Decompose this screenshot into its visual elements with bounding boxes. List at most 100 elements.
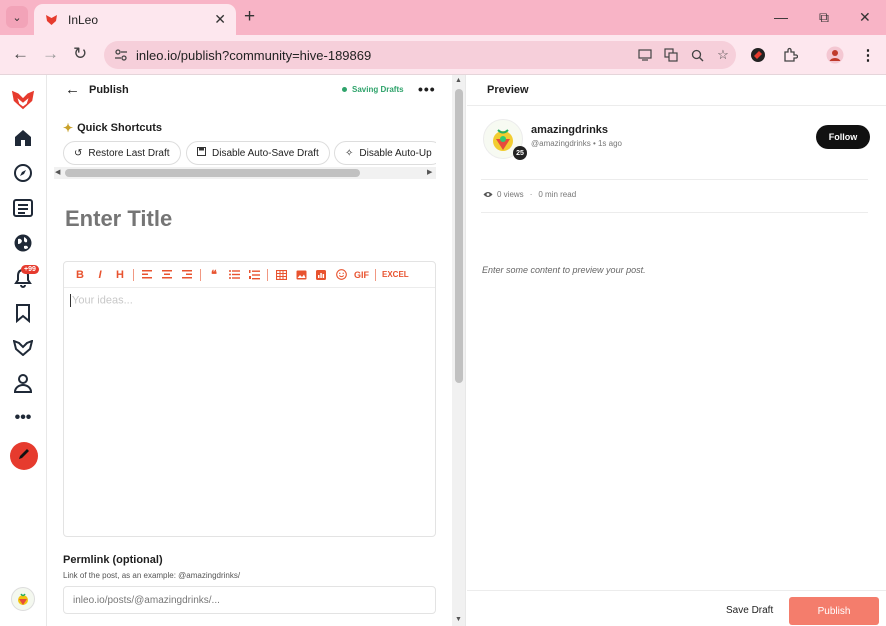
scroll-left-icon[interactable]: ◀ (55, 168, 60, 176)
save-icon (197, 147, 206, 159)
post-time: 1s ago (597, 139, 622, 148)
shortcuts-horizontal-scrollbar[interactable]: ◀ ▶ (54, 167, 436, 179)
extension-icon[interactable] (748, 45, 768, 65)
body-textarea[interactable]: Your ideas... (70, 294, 133, 307)
browser-menu-icon[interactable]: ⋮ (858, 45, 878, 65)
globe-icon[interactable] (11, 231, 35, 255)
scroll-down-icon[interactable]: ▼ (455, 616, 462, 623)
align-right-icon[interactable] (177, 265, 197, 285)
site-settings-icon[interactable] (112, 46, 130, 64)
restore-icon: ↺ (74, 147, 83, 159)
eye-icon (483, 191, 493, 198)
forward-icon[interactable]: → (42, 44, 59, 64)
magic-wand-icon: ✧ (345, 147, 354, 159)
bookmarks-icon[interactable] (11, 301, 35, 325)
publish-footer: Save Draft Publish (467, 590, 886, 626)
permlink-help: Link of the post, as an example: @amazin… (63, 571, 241, 580)
numbered-list-icon[interactable] (244, 265, 264, 285)
scroll-thumb[interactable] (455, 89, 463, 383)
toolbar-divider (375, 268, 376, 281)
compose-button[interactable] (10, 442, 38, 470)
bold-icon[interactable]: B (70, 265, 90, 285)
permlink-label: Permlink (optional) (63, 554, 163, 566)
install-app-icon[interactable] (632, 45, 658, 65)
page-title: Publish (89, 84, 129, 96)
meta-dot: · (529, 190, 533, 199)
shortcut-chips: ↺ Restore Last Draft Disable Auto-Save D… (63, 141, 436, 167)
author-meta: @amazingdrinks • 1s ago (531, 139, 622, 148)
toolbar-divider (200, 268, 201, 281)
back-icon[interactable]: ← (12, 44, 29, 64)
permlink-input[interactable]: inleo.io/posts/@amazingdrinks/... (63, 586, 436, 614)
scroll-thumb[interactable] (65, 169, 360, 177)
close-tab-icon[interactable]: ✕ (214, 11, 226, 28)
editor-scrollbar[interactable]: ▲ ▼ (452, 75, 466, 626)
title-input[interactable] (65, 206, 435, 232)
notification-badge: +99 (21, 265, 39, 274)
toolbar-divider (267, 268, 268, 281)
disable-auto-update-button[interactable]: ✧ Disable Auto-Up (334, 141, 436, 165)
leo-premium-icon[interactable] (11, 336, 35, 360)
divider (481, 212, 868, 213)
reload-icon[interactable]: ↻ (73, 44, 87, 64)
italic-icon[interactable]: I (90, 265, 110, 285)
saving-status-text: Saving Drafts (352, 85, 404, 94)
bullet-list-icon[interactable] (224, 265, 244, 285)
sparkles-icon: ✦ (63, 121, 74, 135)
tab-search-button[interactable]: ⌄ (6, 6, 28, 28)
profile-icon[interactable] (11, 371, 35, 395)
heading-icon[interactable]: H (110, 265, 130, 285)
gif-button[interactable]: GIF (351, 265, 372, 285)
explore-compass-icon[interactable] (11, 161, 35, 185)
minimize-icon[interactable]: — (774, 7, 788, 27)
chart-icon[interactable] (311, 265, 331, 285)
reputation-badge: 25 (513, 146, 527, 160)
news-icon[interactable] (11, 196, 35, 220)
markdown-editor: B I H ❝ GIF EXCEL Your ideas... (63, 261, 436, 537)
editor-panel: ← Publish Saving Drafts ••• ✦ Quick Shor… (48, 75, 452, 626)
browser-toolbar: ← → ↻ inleo.io/publish?community=hive-18… (0, 35, 886, 75)
quick-shortcuts-title: Quick Shortcuts (77, 122, 163, 134)
scroll-up-icon[interactable]: ▲ (455, 77, 462, 84)
browser-tab-bar: ⌄ InLeo ✕ + — ⧉ ✕ (0, 0, 886, 35)
follow-button[interactable]: Follow (816, 125, 870, 149)
image-icon[interactable] (291, 265, 311, 285)
more-options-icon[interactable]: ••• (418, 81, 436, 97)
bookmark-star-icon[interactable]: ☆ (710, 45, 736, 65)
publish-button[interactable]: Publish (789, 597, 879, 625)
chevron-down-icon: ⌄ (12, 11, 22, 24)
inleo-logo-icon[interactable] (11, 88, 35, 112)
preview-title: Preview (487, 84, 529, 96)
more-icon[interactable]: ••• (11, 406, 35, 430)
align-center-icon[interactable] (157, 265, 177, 285)
new-tab-button[interactable]: + (244, 7, 255, 27)
address-bar[interactable]: inleo.io/publish?community=hive-189869 ☆ (104, 41, 736, 69)
restore-last-draft-button[interactable]: ↺ Restore Last Draft (63, 141, 181, 165)
user-avatar[interactable] (11, 587, 35, 611)
profile-avatar-icon[interactable] (825, 45, 845, 65)
restore-window-icon[interactable]: ⧉ (819, 7, 829, 27)
inleo-favicon-icon (44, 13, 58, 27)
save-draft-button[interactable]: Save Draft (726, 605, 773, 616)
text-caret (70, 294, 71, 307)
author-name[interactable]: amazingdrinks (531, 124, 608, 136)
disable-auto-save-button[interactable]: Disable Auto-Save Draft (186, 141, 330, 165)
home-icon[interactable] (11, 126, 35, 150)
emoji-icon[interactable] (331, 265, 351, 285)
quote-icon[interactable]: ❝ (204, 265, 224, 285)
scroll-right-icon[interactable]: ▶ (427, 168, 432, 176)
saving-status: Saving Drafts (342, 85, 404, 94)
url-text: inleo.io/publish?community=hive-189869 (136, 47, 372, 63)
excel-button[interactable]: EXCEL (379, 265, 412, 285)
align-left-icon[interactable] (137, 265, 157, 285)
close-window-icon[interactable]: ✕ (859, 7, 871, 27)
table-icon[interactable] (271, 265, 291, 285)
browser-tab[interactable]: InLeo ✕ (34, 4, 236, 35)
read-time: 0 min read (538, 190, 577, 199)
translate-icon[interactable] (658, 45, 684, 65)
extensions-puzzle-icon[interactable] (780, 45, 800, 65)
sidebar: +99 ••• (0, 75, 47, 626)
back-arrow-icon[interactable]: ← (65, 82, 80, 98)
editor-header: ← Publish Saving Drafts ••• (48, 75, 452, 105)
zoom-icon[interactable] (684, 45, 710, 65)
